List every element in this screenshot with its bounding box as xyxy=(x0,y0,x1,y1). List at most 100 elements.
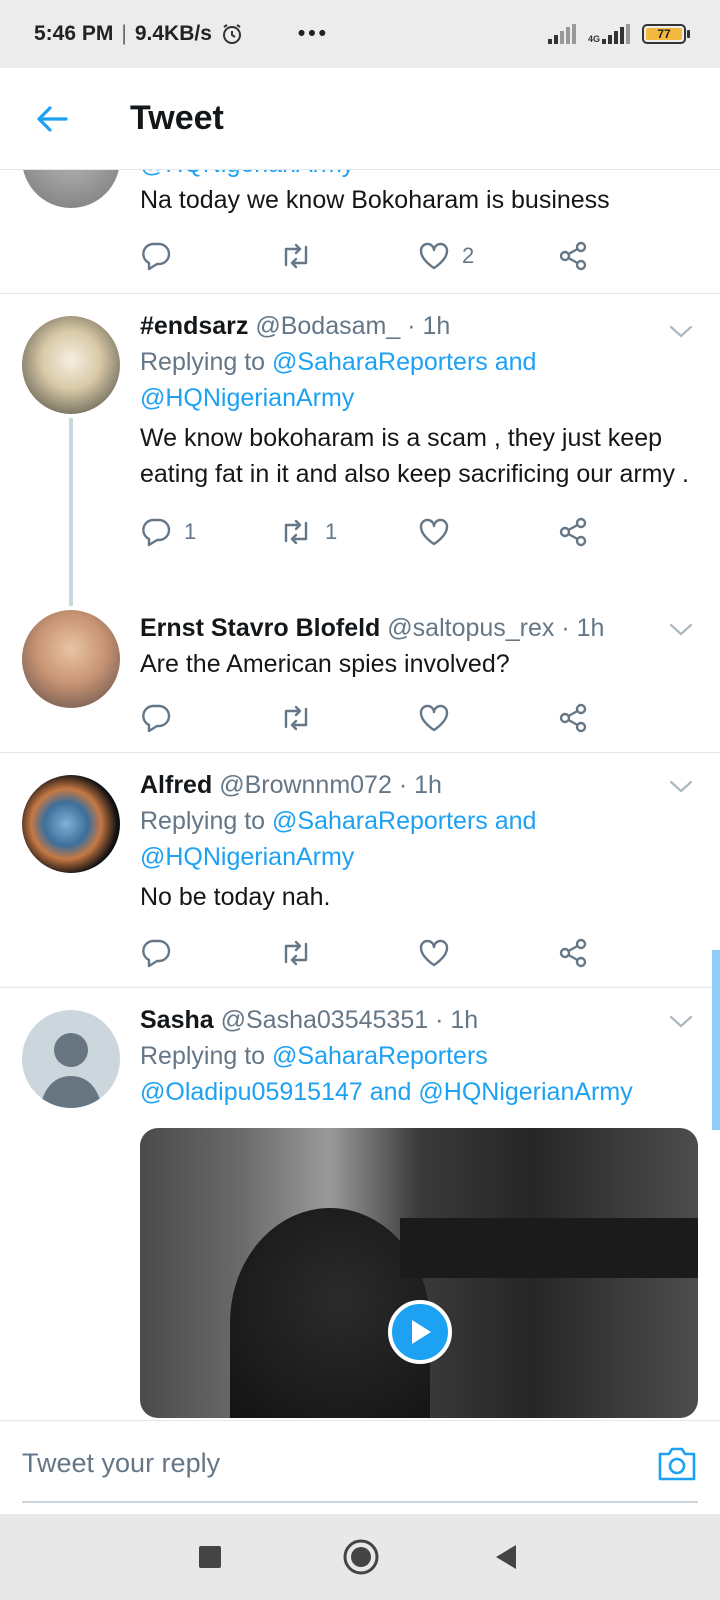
chevron-down-icon[interactable] xyxy=(668,773,694,799)
mention-link[interactable]: @SaharaReporters xyxy=(272,1042,488,1070)
reply-icon xyxy=(142,518,171,547)
mention-link[interactable]: @HQNigerianArmy xyxy=(140,384,354,412)
reply-input[interactable] xyxy=(22,1443,602,1483)
share-button[interactable] xyxy=(557,938,696,968)
signal-icon xyxy=(547,24,576,44)
avatar[interactable] xyxy=(22,775,120,873)
signal-icon-2 xyxy=(602,24,630,44)
like-button[interactable]: 2 xyxy=(418,241,557,271)
status-time: 5:46 PM xyxy=(34,22,114,45)
back-nav-button[interactable] xyxy=(494,1543,518,1571)
tweet-item[interactable]: Sasha @Sasha03545351 · 1h Replying to @S… xyxy=(0,988,720,1418)
tweet-text: Are the American spies involved? xyxy=(140,650,510,678)
status-speed: 9.4KB/s xyxy=(134,22,212,45)
play-button[interactable] xyxy=(388,1300,452,1364)
tweet-text: No be today nah. xyxy=(140,883,331,911)
home-button[interactable] xyxy=(342,1538,380,1576)
tweet-time: · 1h xyxy=(435,1006,479,1034)
tweet-item[interactable]: #endsarz @Bodasam_ · 1h Replying to @Sah… xyxy=(0,294,720,606)
like-button[interactable] xyxy=(418,938,557,968)
share-button[interactable] xyxy=(557,517,696,547)
avatar[interactable] xyxy=(22,610,120,708)
input-underline xyxy=(22,1501,698,1503)
thread-line xyxy=(69,418,73,606)
reply-count: 1 xyxy=(184,519,197,544)
retweet-icon xyxy=(284,243,308,269)
tweet-header: Ernst Stavro Blofeld @saltopus_rex · 1h xyxy=(140,610,696,646)
tweet-header: #endsarz @Bodasam_ · 1h xyxy=(140,308,696,344)
mention-link[interactable]: @HQNigerianArmy xyxy=(140,170,354,178)
battery-level: 77 xyxy=(646,28,682,40)
reply-button[interactable] xyxy=(140,938,279,968)
retweet-button[interactable] xyxy=(279,241,418,271)
heart-icon xyxy=(419,518,449,546)
share-icon xyxy=(559,938,587,968)
mention-link[interactable]: @Oladipu05915147 and @HQNigerianArmy xyxy=(140,1078,633,1106)
heart-icon xyxy=(419,704,449,732)
retweet-button[interactable] xyxy=(279,938,418,968)
tweet-item[interactable]: @HQNigerianArmy Na today we know Bokohar… xyxy=(0,170,720,294)
camera-icon[interactable] xyxy=(656,1445,698,1483)
share-button[interactable] xyxy=(557,703,696,733)
battery-icon: 77 xyxy=(642,24,690,44)
reply-icon xyxy=(142,704,171,733)
replying-to: Replying to @SaharaReporters and @HQNige… xyxy=(140,807,537,871)
like-count: 2 xyxy=(462,243,475,268)
author-name[interactable]: Sasha xyxy=(140,1006,214,1034)
back-button[interactable] xyxy=(32,99,72,139)
avatar[interactable] xyxy=(22,1010,120,1108)
default-avatar-icon xyxy=(40,1033,102,1108)
author-name[interactable]: #endsarz xyxy=(140,312,248,340)
tweet-item[interactable]: Ernst Stavro Blofeld @saltopus_rex · 1h … xyxy=(0,596,720,752)
tweet-time: · 1h xyxy=(398,771,442,799)
recents-button[interactable] xyxy=(198,1545,222,1569)
replying-to: Replying to @SaharaReporters and @HQNige… xyxy=(140,348,537,412)
retweet-icon xyxy=(284,705,308,731)
heart-icon xyxy=(419,939,449,967)
author-name[interactable]: Ernst Stavro Blofeld xyxy=(140,614,380,642)
reply-button[interactable]: 1 xyxy=(140,517,279,547)
chevron-down-icon[interactable] xyxy=(668,318,694,344)
replying-to: Replying to @SaharaReporters @Oladipu059… xyxy=(140,1042,633,1106)
tweet-feed[interactable]: @HQNigerianArmy Na today we know Bokohar… xyxy=(0,170,720,1420)
mention-link[interactable]: @SaharaReporters and xyxy=(272,807,536,835)
reply-button[interactable] xyxy=(140,241,279,271)
retweet-icon xyxy=(284,940,308,966)
reply-icon xyxy=(142,939,171,968)
tweet-time: · 1h xyxy=(561,614,605,642)
like-button[interactable] xyxy=(418,703,557,733)
mention-link[interactable]: @SaharaReporters and xyxy=(272,348,536,376)
share-button[interactable] xyxy=(557,241,696,271)
author-handle[interactable]: @Sasha03545351 xyxy=(221,1006,429,1034)
author-handle[interactable]: @saltopus_rex xyxy=(387,614,554,642)
avatar[interactable] xyxy=(22,316,120,414)
video-thumbnail[interactable] xyxy=(140,1128,698,1418)
system-nav-bar xyxy=(0,1514,720,1600)
retweet-button[interactable] xyxy=(279,703,418,733)
tweet-actions xyxy=(140,933,696,973)
tweet-item[interactable]: Alfred @Brownnm072 · 1h Replying to @Sah… xyxy=(0,753,720,987)
retweet-button[interactable]: 1 xyxy=(279,517,418,547)
reply-icon xyxy=(142,242,171,271)
share-icon xyxy=(559,517,587,547)
like-button[interactable] xyxy=(418,517,557,547)
author-handle[interactable]: @Bodasam_ xyxy=(255,312,400,340)
chevron-down-icon[interactable] xyxy=(668,616,694,642)
avatar[interactable] xyxy=(22,170,120,208)
arrow-left-icon xyxy=(37,105,68,132)
reply-button[interactable] xyxy=(140,703,279,733)
mention-link[interactable]: @HQNigerianArmy xyxy=(140,843,354,871)
more-icon: ••• xyxy=(297,22,329,45)
chevron-down-icon[interactable] xyxy=(668,1008,694,1034)
tweet-text: We know bokoharam is a scam , they just … xyxy=(140,424,689,488)
share-icon xyxy=(559,703,587,733)
tweet-actions xyxy=(140,698,696,738)
app-header: Tweet xyxy=(0,68,720,170)
tweet-header: Sasha @Sasha03545351 · 1h xyxy=(140,1002,696,1038)
author-handle[interactable]: @Brownnm072 xyxy=(219,771,392,799)
scrollbar[interactable] xyxy=(712,950,720,1130)
author-name[interactable]: Alfred xyxy=(140,771,212,799)
heart-icon xyxy=(419,242,449,270)
page-title: Tweet xyxy=(130,99,224,137)
retweet-count: 1 xyxy=(325,519,338,544)
